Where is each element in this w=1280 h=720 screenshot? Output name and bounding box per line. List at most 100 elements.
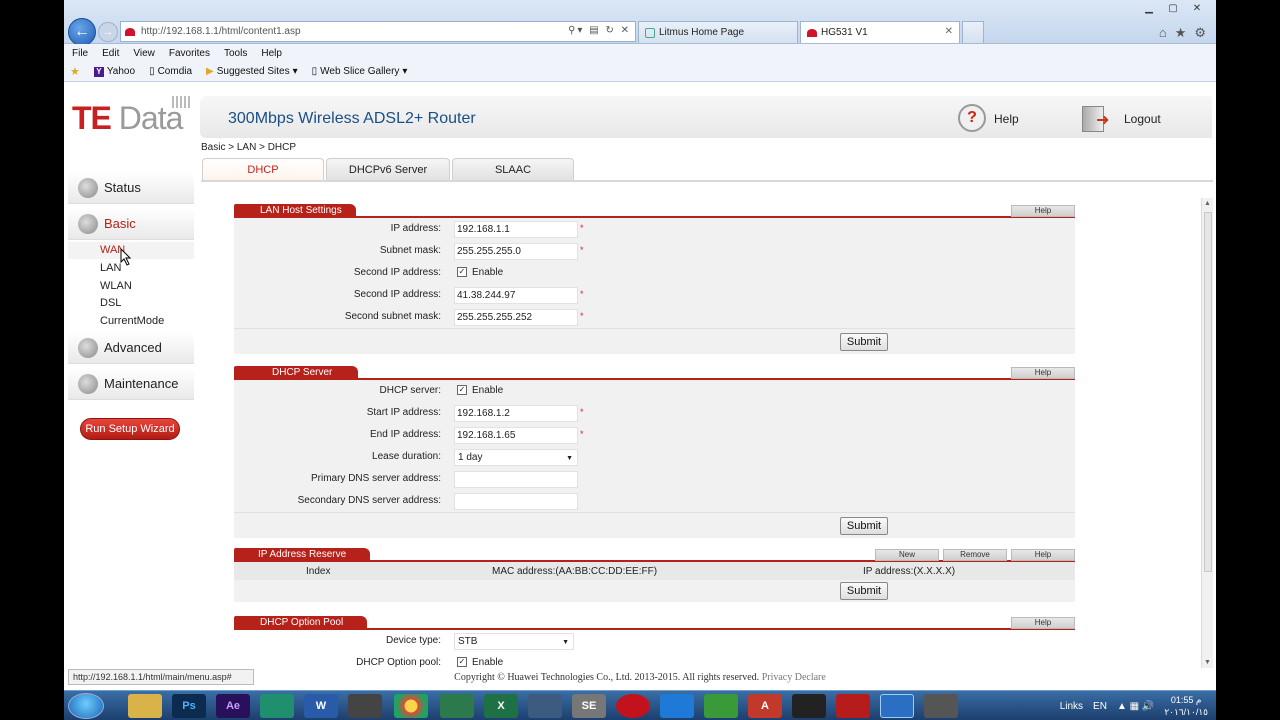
back-button[interactable]: ← <box>68 18 96 46</box>
tray-icons[interactable]: ▲ ▦ 🔊 <box>1117 701 1154 712</box>
fav-suggested-sites[interactable]: ▶ Suggested Sites ▾ <box>206 66 298 77</box>
help-button[interactable]: Help <box>1011 549 1075 561</box>
menu-view[interactable]: View <box>133 48 155 59</box>
gear-icon[interactable]: ⚙ <box>1194 25 1206 41</box>
address-tools-icon[interactable]: ⚲▾ ▤ ↻ ✕ <box>568 25 631 36</box>
dhcp-server-enable-checkbox[interactable]: ✓ <box>457 385 467 395</box>
device-type-select[interactable]: STB ▼ <box>454 633 574 650</box>
app-icon[interactable] <box>528 694 562 718</box>
tab-hg531[interactable]: HG531 V1 ✕ <box>800 21 960 43</box>
maximize-icon[interactable]: ▢ <box>1162 2 1184 16</box>
opera-icon[interactable] <box>616 694 650 718</box>
app-icon[interactable] <box>704 694 738 718</box>
fav-web-slice[interactable]: ▯ Web Slice Gallery ▾ <box>312 66 408 77</box>
sidebar-item-advanced[interactable]: Advanced <box>68 332 194 364</box>
start-ip-input[interactable]: 192.168.1.2 <box>454 405 578 422</box>
scroll-thumb[interactable] <box>1204 212 1212 572</box>
language-indicator[interactable]: EN <box>1093 701 1107 712</box>
help-button[interactable]: Help <box>1011 367 1075 379</box>
clock-date: ٢٠١٦/١٠/١٥ <box>1164 707 1208 717</box>
sidebar-item-basic[interactable]: Basic <box>68 208 194 240</box>
tab-slaac[interactable]: SLAAC <box>452 158 574 180</box>
photoshop-icon[interactable]: Ps <box>172 694 206 718</box>
dhcp-server-row: DHCP server: ✓ Enable <box>234 380 1075 402</box>
help-button[interactable]: Help <box>1011 617 1075 629</box>
sidebar-sub-wlan[interactable]: WLAN <box>100 280 132 292</box>
camera-icon[interactable] <box>348 694 382 718</box>
checkbox-label: Enable <box>472 267 504 278</box>
end-ip-row: End IP address: 192.168.1.65 * <box>234 424 1075 446</box>
dhcp-server-submit-button[interactable]: Submit <box>840 517 888 535</box>
subnet-mask-input[interactable]: 255.255.255.0 <box>454 243 578 260</box>
fav-yahoo[interactable]: Y Yahoo <box>93 66 135 77</box>
end-ip-input[interactable]: 192.168.1.65 <box>454 427 578 444</box>
favorites-star-icon[interactable]: ★ <box>1175 25 1187 41</box>
sidebar-item-maintenance[interactable]: Maintenance <box>68 368 194 400</box>
folder-icon[interactable] <box>128 694 162 718</box>
privacy-link[interactable]: Privacy Declare <box>762 672 826 683</box>
chevron-down-icon: ▼ <box>562 639 569 646</box>
sidebar-sub-lan[interactable]: LAN <box>100 262 121 274</box>
tab-litmus[interactable]: Litmus Home Page <box>638 21 798 43</box>
logout-link[interactable]: Logout <box>1124 112 1161 126</box>
second-ip-input[interactable]: 41.38.244.97 <box>454 287 578 304</box>
remove-button[interactable]: Remove <box>943 549 1007 561</box>
lan-host-submit-button[interactable]: Submit <box>840 333 888 351</box>
new-tab-button[interactable] <box>962 21 984 43</box>
scroll-up-icon[interactable]: ▲ <box>1204 200 1211 207</box>
second-mask-input[interactable]: 255.255.255.252 <box>454 309 578 326</box>
forward-button[interactable]: → <box>98 22 118 42</box>
favorites-star-icon[interactable]: ★ <box>70 65 80 78</box>
menu-tools[interactable]: Tools <box>224 48 247 59</box>
sidebar-item-status[interactable]: Status <box>68 172 194 204</box>
app-icon[interactable] <box>440 694 474 718</box>
secondary-dns-input[interactable] <box>454 493 578 510</box>
minimize-icon[interactable]: ▁ <box>1138 2 1160 16</box>
excel-icon[interactable]: X <box>484 694 518 718</box>
ie-icon[interactable] <box>660 694 694 718</box>
address-bar[interactable]: http://192.168.1.1/html/content1.asp ⚲▾ … <box>120 21 636 42</box>
ie-active-icon[interactable] <box>880 694 914 718</box>
tab-dhcpv6-server[interactable]: DHCPv6 Server <box>326 158 450 180</box>
after-effects-icon[interactable]: Ae <box>216 694 250 718</box>
pdf-icon[interactable] <box>836 694 870 718</box>
scroll-down-icon[interactable]: ▼ <box>1204 659 1211 666</box>
app-icon[interactable] <box>260 694 294 718</box>
menu-help[interactable]: Help <box>261 48 282 59</box>
app-icon[interactable] <box>792 694 826 718</box>
help-link[interactable]: Help <box>994 112 1019 126</box>
acrobat-icon[interactable]: A <box>748 694 782 718</box>
menu-favorites[interactable]: Favorites <box>169 48 210 59</box>
new-button[interactable]: New <box>875 549 939 561</box>
menu-edit[interactable]: Edit <box>102 48 119 59</box>
option-pool-enable-checkbox[interactable]: ✓ <box>457 657 467 667</box>
tab-dhcp[interactable]: DHCP <box>202 158 324 180</box>
close-tab-icon[interactable]: ✕ <box>945 26 953 37</box>
home-icon[interactable]: ⌂ <box>1159 25 1167 41</box>
help-button[interactable]: Help <box>1011 205 1075 217</box>
ip-reserve-submit-button[interactable]: Submit <box>840 582 888 600</box>
links-toolbar[interactable]: Links <box>1060 701 1083 712</box>
clock[interactable]: 01:55 م ٢٠١٦/١٠/١٥ <box>1164 694 1208 718</box>
page-scrollbar[interactable]: ▲ ▼ <box>1201 198 1213 668</box>
lease-duration-select[interactable]: 1 day ▼ <box>454 449 578 466</box>
se-icon[interactable]: SE <box>572 694 606 718</box>
close-icon[interactable]: ✕ <box>1186 2 1208 16</box>
run-setup-wizard-button[interactable]: Run Setup Wizard <box>80 418 180 440</box>
sidebar-sub-currentmode[interactable]: CurrentMode <box>100 315 164 327</box>
fav-comdia[interactable]: ▯ Comdia <box>149 66 192 77</box>
second-ip-enable-checkbox[interactable]: ✓ <box>457 267 467 277</box>
copyright-text: Copyright © Huawei Technologies Co., Ltd… <box>454 672 760 683</box>
ip-address-input[interactable]: 192.168.1.1 <box>454 221 578 238</box>
help-icon[interactable]: ? <box>958 104 986 132</box>
primary-dns-row: Primary DNS server address: <box>234 468 1075 490</box>
app-icon[interactable] <box>924 694 958 718</box>
start-button[interactable] <box>68 693 104 719</box>
word-icon[interactable]: W <box>304 694 338 718</box>
primary-dns-input[interactable] <box>454 471 578 488</box>
chrome-icon[interactable] <box>394 694 428 718</box>
field-label: Lease duration: <box>372 451 441 462</box>
sidebar-sub-dsl[interactable]: DSL <box>100 297 121 309</box>
menu-file[interactable]: File <box>72 48 88 59</box>
col-mac: MAC address:(AA:BB:CC:DD:EE:FF) <box>492 566 658 577</box>
